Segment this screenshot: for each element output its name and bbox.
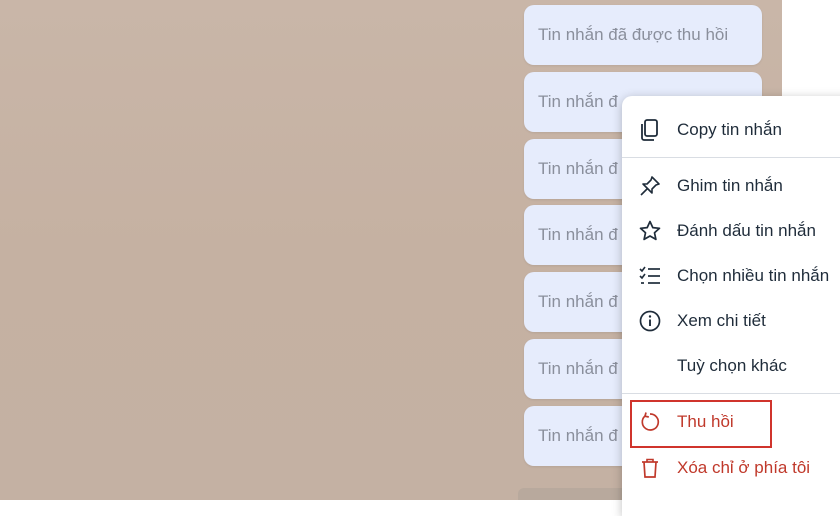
pin-icon: [638, 174, 662, 198]
trash-icon: [638, 456, 662, 480]
menu-item-copy[interactable]: Copy tin nhắn: [622, 110, 840, 150]
menu-item-label: Tuỳ chọn khác: [677, 356, 787, 375]
menu-item-star[interactable]: Đánh dấu tin nhắn: [622, 211, 840, 251]
checklist-icon: [638, 264, 662, 288]
menu-item-more-options[interactable]: Tuỳ chọn khác: [622, 346, 840, 386]
menu-item-label: Chọn nhiều tin nhắn: [677, 266, 830, 285]
menu-item-details[interactable]: Xem chi tiết: [622, 301, 840, 341]
message-bubble-partial: [518, 488, 628, 500]
menu-item-label: Xem chi tiết: [677, 311, 766, 330]
menu-item-pin[interactable]: Ghim tin nhắn: [622, 166, 840, 206]
recall-highlight-box: [630, 400, 772, 448]
menu-item-label: Xóa chỉ ở phía tôi: [677, 458, 811, 477]
message-context-menu: Copy tin nhắn Ghim tin nhắn Đánh dấu tin…: [622, 96, 840, 516]
star-icon: [638, 219, 662, 243]
menu-item-delete-for-me[interactable]: Xóa chỉ ở phía tôi: [622, 448, 840, 488]
menu-item-multi-select[interactable]: Chọn nhiều tin nhắn: [622, 256, 840, 296]
menu-item-label: Copy tin nhắn: [677, 120, 782, 139]
menu-item-label: Đánh dấu tin nhắn: [677, 221, 816, 240]
menu-item-label: Ghim tin nhắn: [677, 176, 783, 195]
menu-divider: [622, 157, 840, 158]
copy-icon: [638, 118, 662, 142]
message-bubble[interactable]: Tin nhắn đã được thu hồi: [524, 5, 762, 65]
menu-divider: [622, 393, 840, 394]
info-icon: [638, 309, 662, 333]
